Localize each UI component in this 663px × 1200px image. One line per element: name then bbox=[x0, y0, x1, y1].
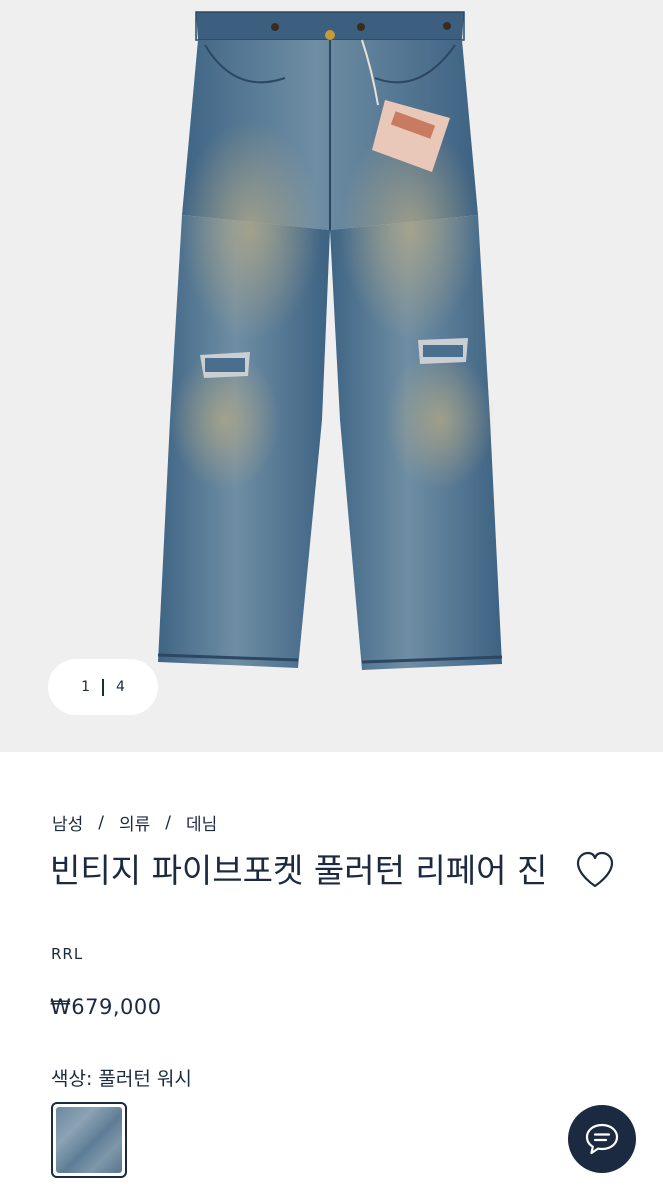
swatch-fill bbox=[56, 1107, 122, 1173]
product-price: ₩679,000 bbox=[50, 995, 162, 1019]
chat-bubble-icon bbox=[585, 1123, 619, 1155]
breadcrumb-separator: / bbox=[98, 812, 105, 833]
color-swatch-fullerton-wash[interactable] bbox=[51, 1102, 127, 1178]
breadcrumb: 남성 / 의류 / 데님 bbox=[52, 810, 217, 836]
pager-total: 4 bbox=[116, 679, 125, 695]
heart-outline-icon bbox=[576, 851, 614, 888]
pager-current: 1 bbox=[81, 679, 90, 695]
breadcrumb-item-men[interactable]: 남성 bbox=[52, 810, 83, 835]
jeans-product-image bbox=[157, 11, 503, 670]
image-pager[interactable]: 1 4 bbox=[48, 659, 158, 715]
wishlist-button[interactable] bbox=[574, 850, 616, 890]
chat-button[interactable] bbox=[568, 1105, 636, 1173]
product-title: 빈티지 파이브포켓 풀러턴 리페어 진 bbox=[50, 851, 548, 890]
breadcrumb-separator: / bbox=[165, 812, 172, 833]
breadcrumb-item-denim[interactable]: 데님 bbox=[186, 810, 217, 835]
brand-name: RRL bbox=[51, 945, 84, 963]
breadcrumb-item-clothing[interactable]: 의류 bbox=[119, 810, 150, 835]
pager-divider bbox=[102, 678, 104, 696]
product-image-gallery[interactable]: 1 4 bbox=[0, 0, 663, 752]
color-label: 색상: 풀러턴 워시 bbox=[51, 1068, 192, 1090]
